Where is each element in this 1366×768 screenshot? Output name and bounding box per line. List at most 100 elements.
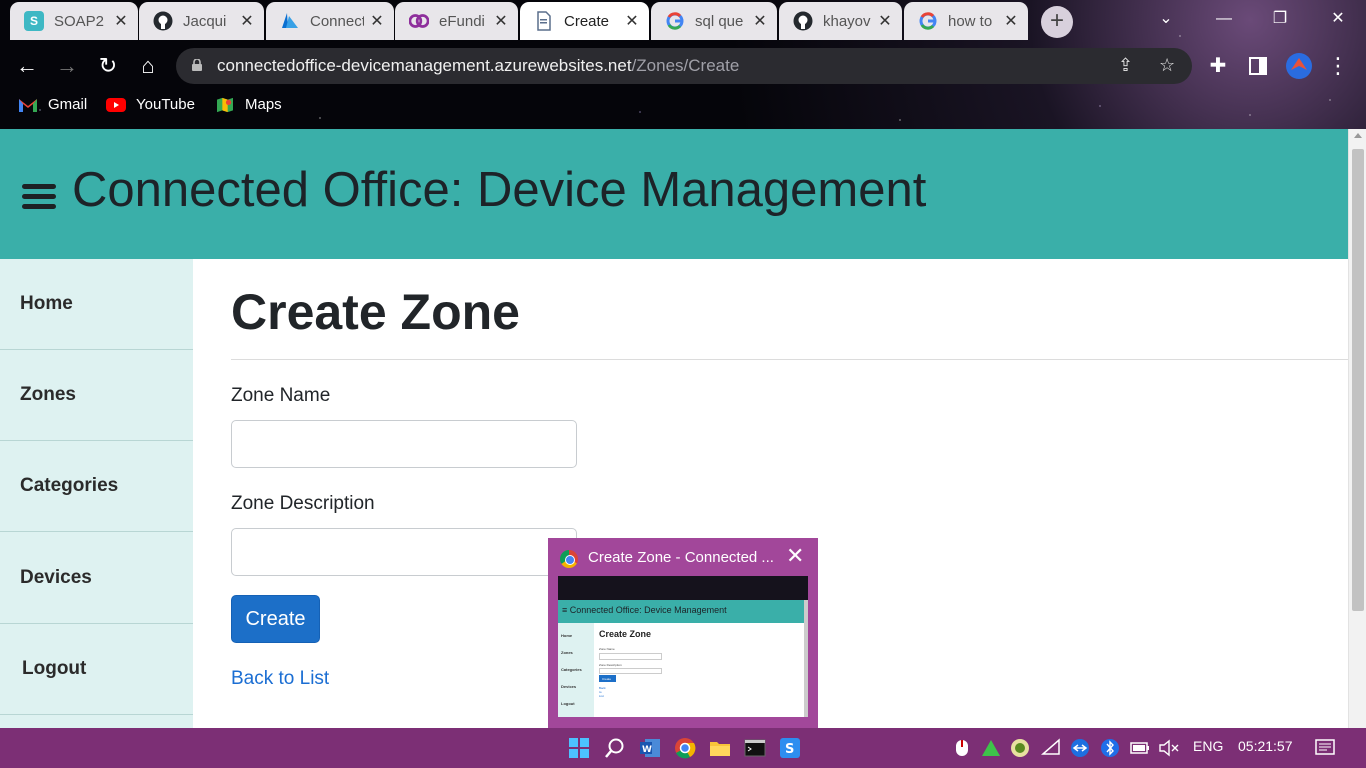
- bookmark-maps[interactable]: Maps: [215, 96, 282, 113]
- tab-google-sql[interactable]: sql que ✕: [651, 2, 777, 40]
- thumbnail-sidebar-item: Devices: [561, 684, 577, 689]
- github-icon: [153, 11, 173, 31]
- sidebar-item-label: Categories: [20, 475, 119, 496]
- chrome-icon[interactable]: [673, 736, 697, 760]
- thumbnail-back-link: Back to List: [599, 686, 606, 698]
- thumbnail-title: Create Zone: [599, 629, 652, 639]
- zone-description-input[interactable]: [231, 528, 577, 576]
- app-brand[interactable]: Connected Office: Device Management: [72, 162, 926, 218]
- word-icon[interactable]: W: [638, 736, 662, 760]
- thumbnail-create-button: Create: [599, 675, 616, 682]
- mouse-tray-icon[interactable]: [950, 736, 974, 760]
- extensions-icon[interactable]: ✚: [1204, 52, 1232, 80]
- maximize-button[interactable]: ❐: [1252, 0, 1308, 40]
- maps-icon: [217, 97, 233, 112]
- tab-github-khayov[interactable]: khayov ✕: [779, 2, 902, 40]
- taskbar-window-preview[interactable]: Create Zone - Connected ... ✕ ≡ Connecte…: [548, 538, 818, 728]
- close-icon[interactable]: ✕: [623, 11, 641, 31]
- close-icon[interactable]: ✕: [492, 11, 510, 31]
- new-tab-button[interactable]: +: [1041, 6, 1073, 38]
- tab-efundi[interactable]: eFundi ✕: [395, 2, 518, 40]
- sidebar-item-logout[interactable]: Logout: [0, 624, 193, 715]
- close-icon[interactable]: ✕: [876, 11, 894, 31]
- volume-muted-icon[interactable]: [1157, 736, 1181, 760]
- preview-title: Create Zone - Connected ...: [588, 549, 774, 566]
- side-panel-icon[interactable]: [1244, 52, 1272, 80]
- sidebar-item-categories[interactable]: Categories: [0, 441, 193, 532]
- app-pinned-icon[interactable]: S: [778, 736, 802, 760]
- bookmark-star-icon[interactable]: ☆: [1159, 55, 1175, 76]
- bookmark-gmail[interactable]: Gmail: [18, 96, 87, 113]
- azure-icon: [280, 11, 300, 31]
- zone-name-input[interactable]: [231, 420, 577, 468]
- hamburger-menu-icon[interactable]: [22, 184, 56, 210]
- tab-create-active[interactable]: Create ✕: [520, 2, 649, 40]
- search-icon[interactable]: [603, 736, 627, 760]
- battery-icon[interactable]: [1128, 736, 1152, 760]
- zone-name-label: Zone Name: [231, 385, 331, 406]
- bluetooth-icon[interactable]: [1098, 736, 1122, 760]
- start-button[interactable]: [567, 736, 591, 760]
- thumbnail-input: [599, 668, 662, 674]
- bookmark-youtube[interactable]: YouTube: [106, 96, 195, 113]
- close-icon[interactable]: ✕: [751, 11, 769, 31]
- preview-close-icon[interactable]: ✕: [786, 545, 804, 567]
- clock[interactable]: 05:21:57: [1238, 738, 1293, 754]
- profile-avatar[interactable]: [1285, 52, 1313, 80]
- share-icon[interactable]: ⇪: [1118, 55, 1133, 76]
- thumbnail-browser-chrome: [558, 576, 808, 600]
- reload-button[interactable]: ↻: [94, 52, 122, 80]
- notifications-icon[interactable]: [1313, 736, 1337, 760]
- wifi-icon[interactable]: [1039, 736, 1063, 760]
- tab-github-jacqui[interactable]: Jacqui ✕: [139, 2, 264, 40]
- page-title: Create Zone: [231, 284, 520, 340]
- app-header: Connected Office: Device Management: [0, 129, 1348, 259]
- divider: [231, 359, 1348, 360]
- page-scrollbar[interactable]: [1348, 129, 1366, 728]
- address-bar[interactable]: connectedoffice-devicemanagement.azurewe…: [176, 48, 1192, 84]
- tab-google-howto[interactable]: how to ✕: [904, 2, 1028, 40]
- sidebar-item-zones[interactable]: Zones: [0, 350, 193, 441]
- nvidia-tray-icon[interactable]: [979, 736, 1003, 760]
- tab-search-icon[interactable]: ⌄: [1138, 0, 1194, 40]
- svg-text:S: S: [785, 742, 794, 757]
- thumbnail-sidebar-item: Categories: [561, 667, 582, 672]
- teamviewer-tray-icon[interactable]: [1068, 736, 1092, 760]
- minimize-button[interactable]: —: [1196, 0, 1252, 40]
- scroll-up-arrow[interactable]: [1354, 133, 1362, 138]
- sidebar-item-home[interactable]: Home: [0, 259, 193, 350]
- lock-icon: [192, 59, 202, 71]
- terminal-icon[interactable]: [743, 736, 767, 760]
- back-to-list-link[interactable]: Back to List: [231, 668, 329, 690]
- back-button[interactable]: ←: [13, 52, 41, 80]
- close-icon[interactable]: ✕: [238, 11, 256, 31]
- language-indicator[interactable]: ENG: [1193, 738, 1223, 754]
- create-button[interactable]: Create: [231, 595, 320, 643]
- browser-toolbar: ← → ↻ ⌂ connectedoffice-devicemanagement…: [0, 44, 1366, 88]
- github-icon: [793, 11, 813, 31]
- tab-azure[interactable]: Connect ✕: [266, 2, 394, 40]
- sidebar-item-label: Home: [20, 293, 73, 314]
- thumbnail-sidebar-item: Home: [561, 633, 573, 638]
- close-icon[interactable]: ✕: [112, 11, 130, 31]
- tab-label: khayov: [823, 12, 871, 30]
- url-text: connectedoffice-devicemanagement.azurewe…: [217, 56, 739, 76]
- thumbnail-zone-name: Zone Name: [599, 647, 615, 651]
- home-button[interactable]: ⌂: [134, 52, 162, 80]
- svg-text:W: W: [642, 745, 652, 755]
- menu-kebab-icon[interactable]: ⋮: [1324, 52, 1352, 80]
- tab-soap[interactable]: S SOAP2 ✕: [10, 2, 138, 40]
- close-window-button[interactable]: ✕: [1310, 0, 1366, 40]
- close-icon[interactable]: ✕: [1002, 11, 1020, 31]
- file-explorer-icon[interactable]: [708, 736, 732, 760]
- youtube-icon: [106, 97, 126, 112]
- bookmarks-bar: Gmail YouTube Maps: [0, 88, 1366, 124]
- preview-thumbnail[interactable]: ≡ Connected Office: Device Management Ho…: [558, 576, 808, 717]
- windows-taskbar: W S ENG 05:21:57: [0, 728, 1366, 768]
- thumbnail-sidebar-item: Logout: [561, 701, 575, 706]
- security-tray-icon[interactable]: [1008, 736, 1032, 760]
- sidebar-item-devices[interactable]: Devices: [0, 533, 193, 624]
- close-icon[interactable]: ✕: [368, 11, 386, 31]
- forward-button[interactable]: →: [53, 52, 81, 80]
- scrollbar-thumb[interactable]: [1352, 149, 1364, 611]
